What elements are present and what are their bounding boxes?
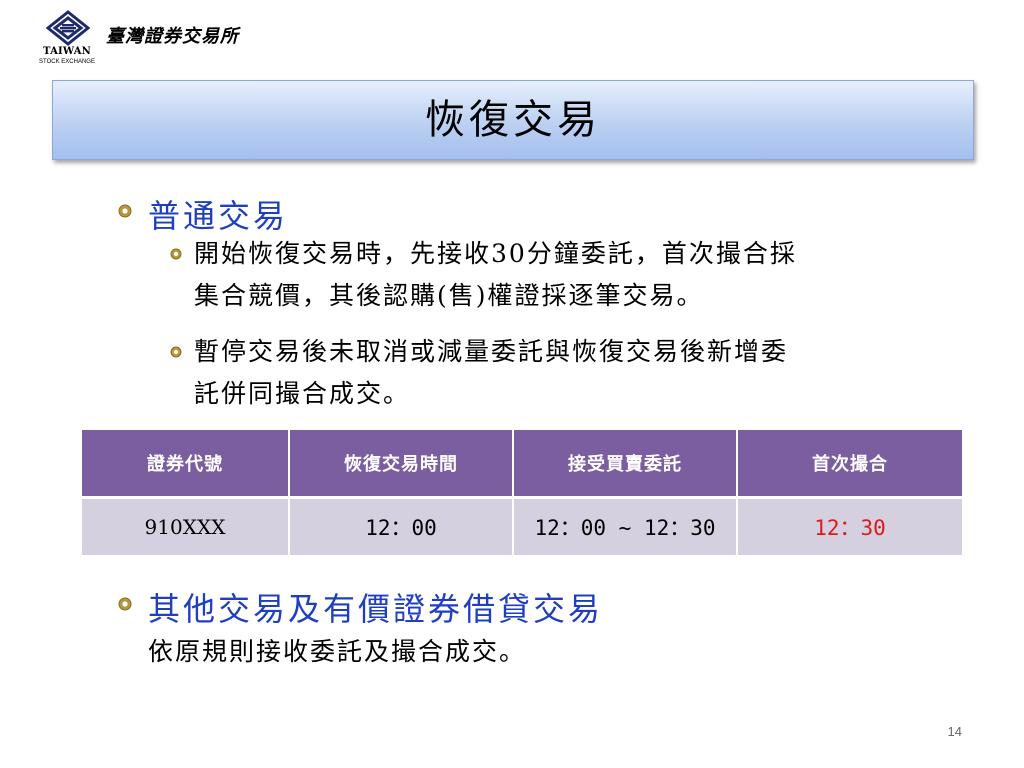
table-header-cell: 證券代號 xyxy=(82,430,290,499)
gear-bullet-icon xyxy=(170,346,182,358)
table-row: 910XXX 12：00 12：00 ~ 12：30 12：30 xyxy=(82,499,962,555)
gear-bullet-icon xyxy=(170,248,182,260)
table-header-cell: 接受買賣委託 xyxy=(514,430,738,499)
table-cell-resume-time: 12：00 xyxy=(290,499,514,555)
bullet-text-line: 託併同撮合成交。 xyxy=(194,379,411,408)
logo-text: TAIWAN xyxy=(42,46,92,57)
resume-trading-table: 證券代號 恢復交易時間 接受買賣委託 首次撮合 910XXX 12：00 12：… xyxy=(82,430,962,555)
logo-subtext: STOCK EXCHANGE xyxy=(39,59,95,65)
bullet-text-line: 暫停交易後未取消或減量委託與恢復交易後新增委 xyxy=(194,337,789,366)
bullet-text-line: 集合競價，其後認購(售)權證採逐筆交易。 xyxy=(194,281,704,310)
table-cell-order-window: 12：00 ~ 12：30 xyxy=(514,499,738,555)
tse-logo: TAIWAN STOCK EXCHANGE xyxy=(34,10,100,68)
page-title: 恢復交易 xyxy=(425,97,601,143)
bullet-text-line: 開始恢復交易時，先接收30分鐘委託，首次撮合採 xyxy=(194,239,797,268)
gear-bullet-icon xyxy=(118,597,132,611)
table-cell-code: 910XXX xyxy=(82,499,290,555)
table-header-row: 證券代號 恢復交易時間 接受買賣委託 首次撮合 xyxy=(82,430,962,499)
title-banner: 恢復交易 xyxy=(52,80,974,160)
table-cell-first-match: 12：30 xyxy=(738,499,962,555)
tse-logo-icon xyxy=(45,10,91,46)
page-number: 14 xyxy=(947,724,962,739)
section-heading-other-trading: 其他交易及有價證券借貸交易 xyxy=(148,590,604,628)
table-header-cell: 首次撮合 xyxy=(738,430,962,499)
section-heading-regular-trading: 普通交易 xyxy=(148,197,289,235)
section-text: 依原規則接收委託及撮合成交。 xyxy=(148,637,527,666)
gear-bullet-icon xyxy=(118,204,132,218)
org-name: 臺灣證券交易所 xyxy=(106,26,239,47)
table-header-cell: 恢復交易時間 xyxy=(290,430,514,499)
